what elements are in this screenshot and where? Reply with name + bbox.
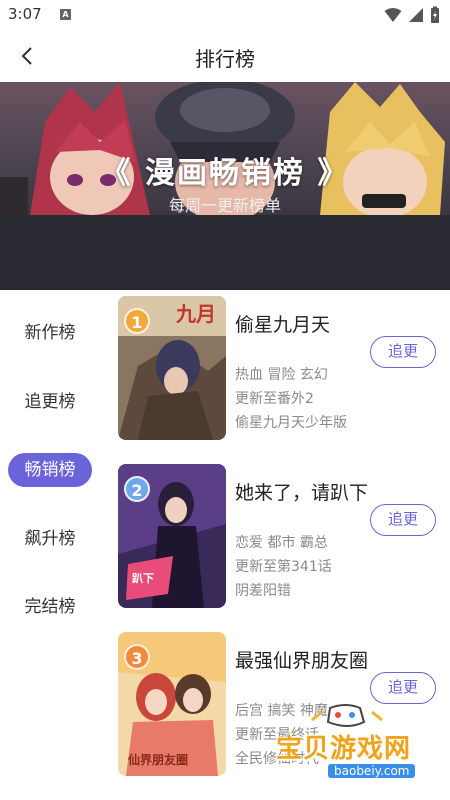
- comic-title: 偷星九月天: [235, 314, 331, 336]
- comic-title: 最强仙界朋友圈: [235, 650, 369, 672]
- status-bar: 3:07 A: [0, 0, 450, 30]
- sidebar-item-bestseller[interactable]: 畅销榜: [8, 453, 92, 487]
- notification-a-icon: A: [60, 9, 71, 20]
- rank-badge: 2: [124, 476, 150, 502]
- comic-cover[interactable]: 仙界朋友圈 3: [118, 632, 226, 776]
- watermark-text: 宝贝游戏网: [276, 734, 412, 764]
- ranking-sidebar: 新作榜 追更榜 畅销榜 飙升榜 完结榜: [0, 290, 110, 800]
- rank-badge: 1: [124, 308, 150, 334]
- comic-tags: 恋爱 都市 霸总: [235, 535, 328, 551]
- comic-subtitle: 阴差阳错: [235, 583, 291, 599]
- svg-text:九月: 九月: [175, 302, 216, 326]
- comic-subtitle: 偷星九月天少年版: [235, 415, 347, 431]
- banner: 《 漫画畅销榜 》 每周一更新榜单: [0, 82, 450, 215]
- comic-update: 更新至第341话: [235, 559, 332, 575]
- battery-icon: [431, 6, 439, 23]
- sidebar-item-finished[interactable]: 完结榜: [0, 590, 100, 624]
- status-icons: [384, 6, 440, 24]
- sidebar-item-new[interactable]: 新作榜: [0, 316, 100, 350]
- rank-badge: 3: [124, 644, 150, 670]
- svg-text:趴下: 趴下: [132, 572, 154, 585]
- follow-button[interactable]: 追更: [370, 504, 436, 536]
- comic-tags: 热血 冒险 玄幻: [235, 367, 328, 383]
- watermark-url: baobeiy.com: [328, 764, 416, 778]
- app-header: 排行榜: [0, 30, 450, 82]
- page-title: 排行榜: [195, 47, 255, 71]
- status-time: 3:07: [8, 5, 42, 23]
- comic-card[interactable]: 趴下 2 她来了，请趴下 恋爱 都市 霸总 更新至第341话 阴差阳错 追更: [118, 458, 448, 608]
- comic-update: 更新至番外2: [235, 391, 314, 407]
- wifi-icon: [384, 8, 402, 22]
- svg-text:仙界朋友圈: 仙界朋友圈: [128, 752, 188, 767]
- sidebar-item-follow[interactable]: 追更榜: [0, 385, 100, 419]
- signal-icon: [409, 8, 423, 22]
- comic-card[interactable]: 九月 1 偷星九月天 热血 冒险 玄幻 更新至番外2 偷星九月天少年版 追更: [118, 290, 448, 440]
- comic-cover[interactable]: 九月 1: [118, 296, 226, 440]
- comic-title: 她来了，请趴下: [235, 482, 369, 504]
- sidebar-item-rising[interactable]: 飙升榜: [0, 522, 100, 556]
- watermark-logo: 宝贝游戏网 baobeiy.com: [272, 700, 442, 790]
- banner-title: 《 漫画畅销榜 》: [100, 156, 350, 191]
- banner-shadow: [0, 215, 450, 290]
- follow-button[interactable]: 追更: [370, 336, 436, 368]
- comic-cover[interactable]: 趴下 2: [118, 464, 226, 608]
- banner-subtitle: 每周一更新榜单: [168, 196, 281, 215]
